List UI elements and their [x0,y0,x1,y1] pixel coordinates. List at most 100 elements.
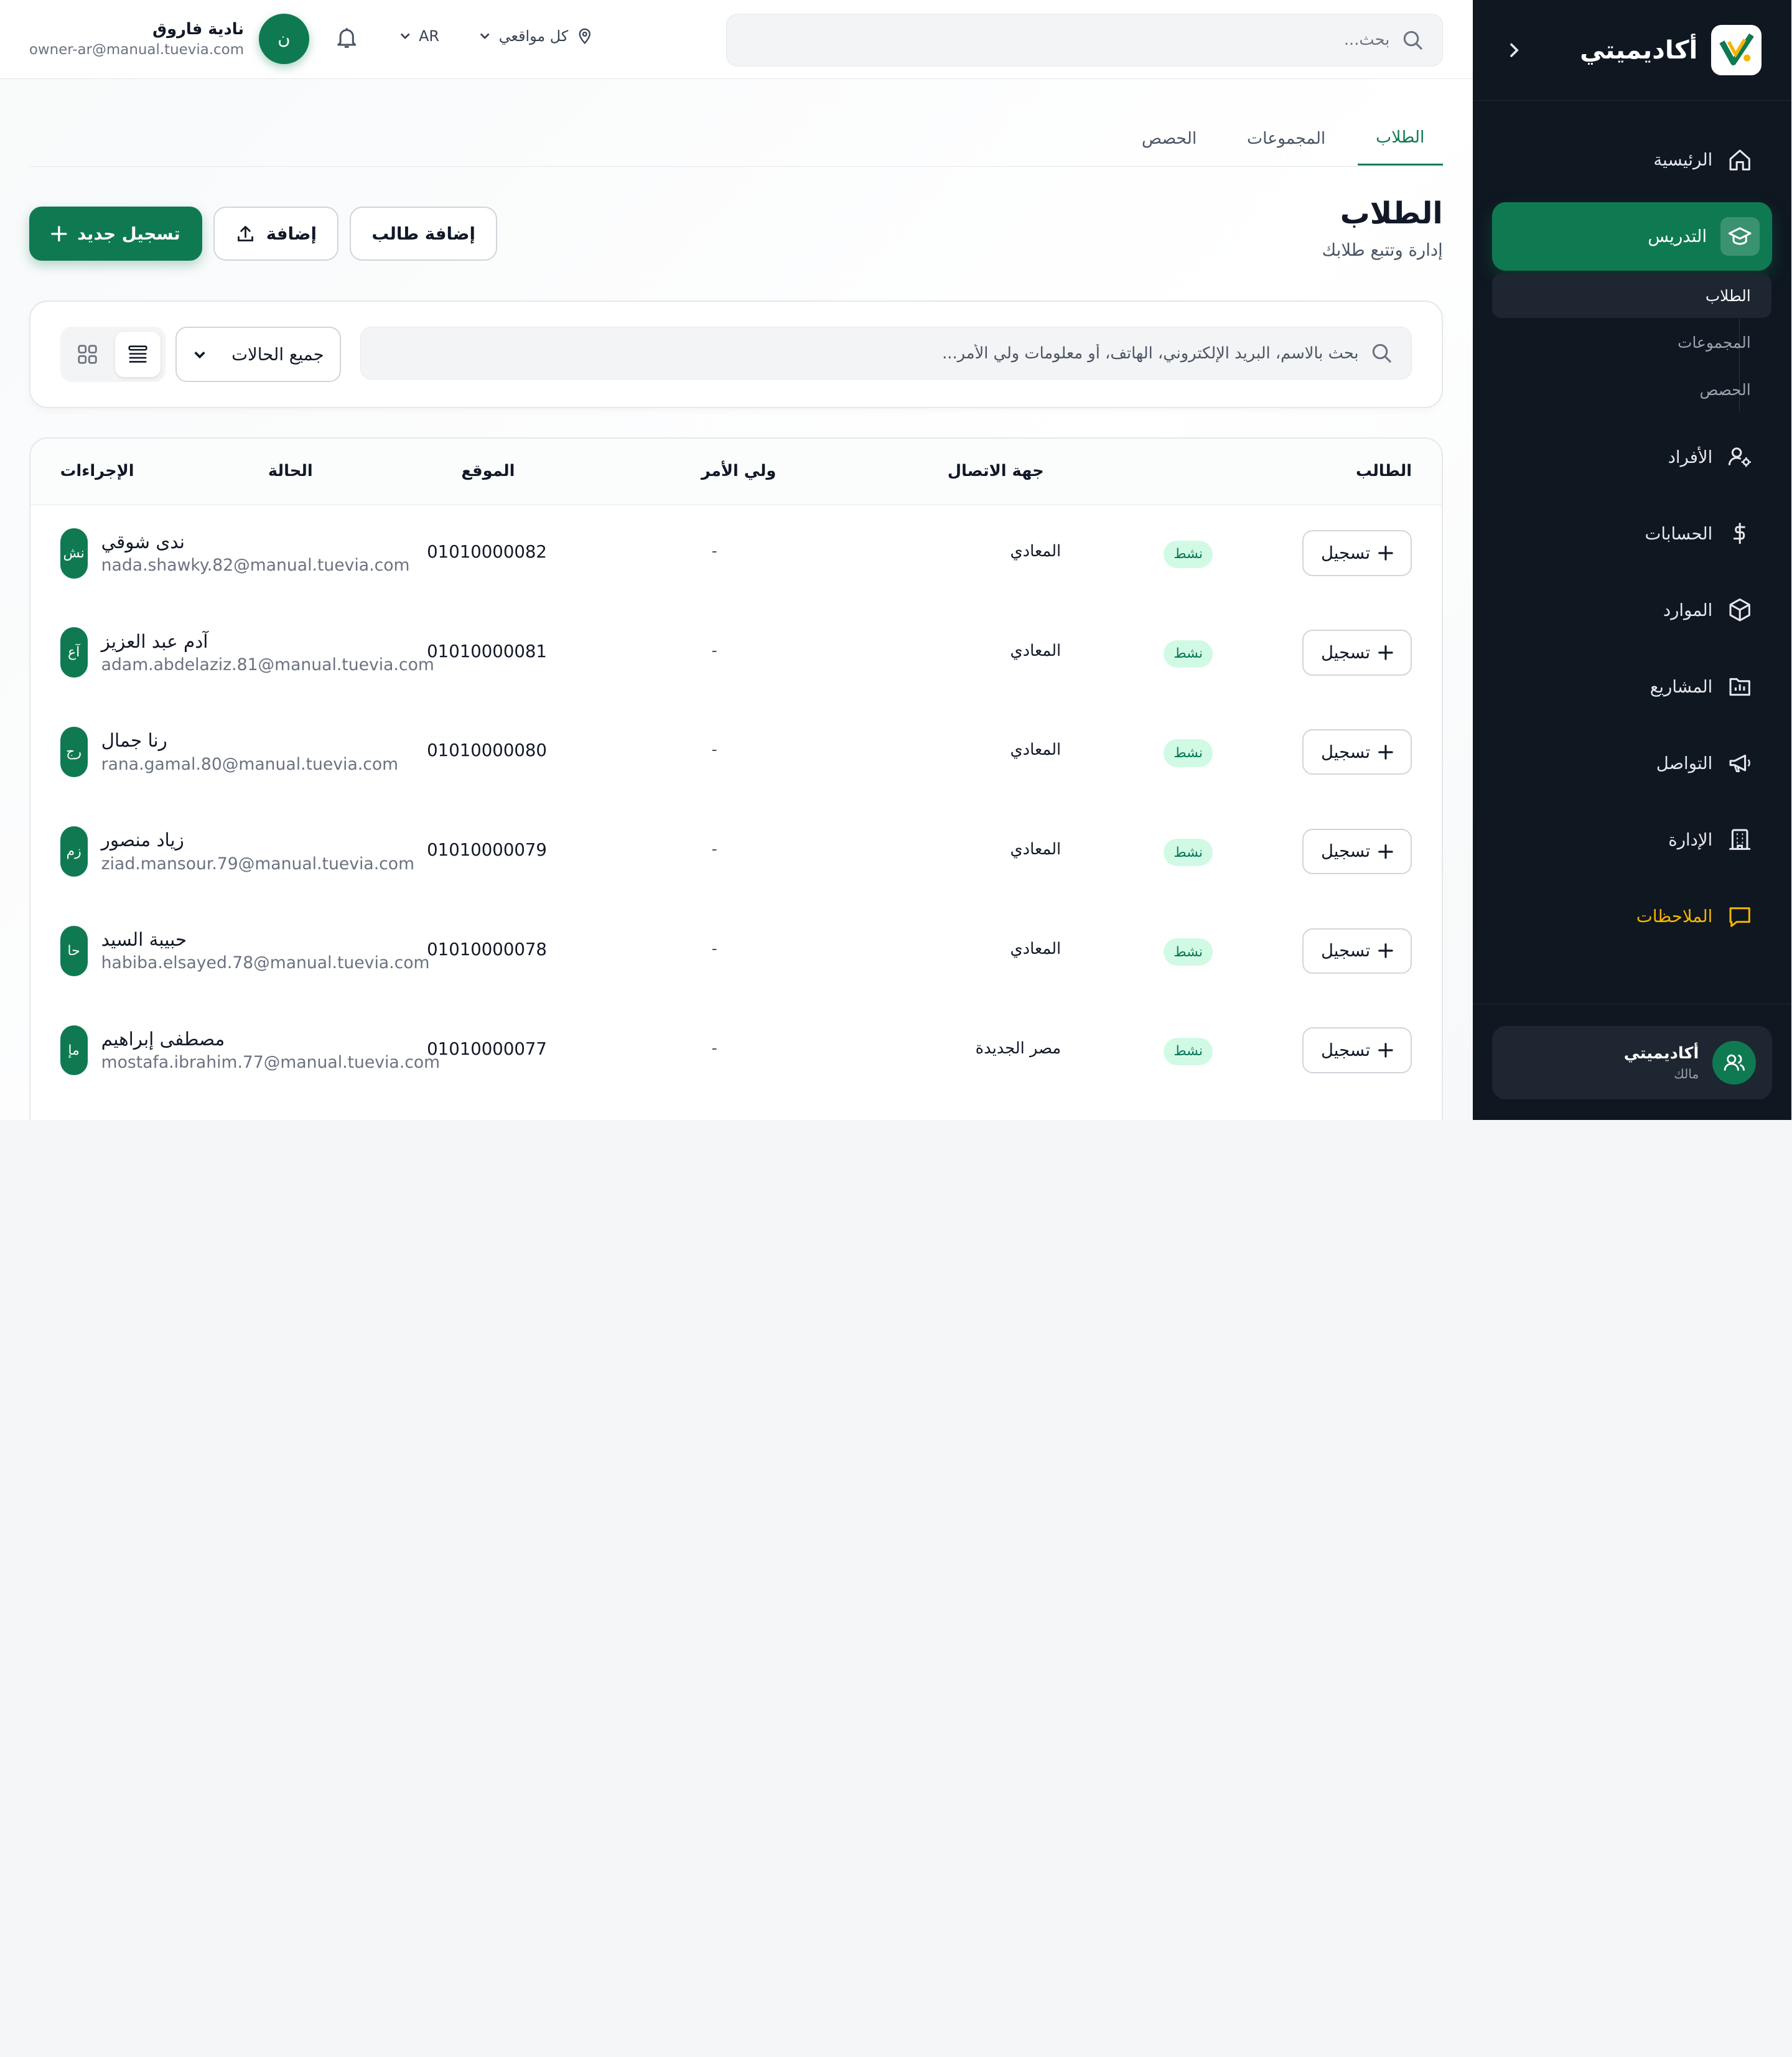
student-info: زياد منصور ziad.mansour.79@manual.tuevia… [102,829,415,874]
dollar-icon [1727,520,1754,548]
plus-icon [1379,844,1394,859]
sidebar-item-communication[interactable]: التواصل [1493,729,1773,798]
list-view-button[interactable] [115,331,162,378]
enroll-button[interactable]: تسجيل [1302,630,1413,676]
upload-button[interactable]: إضافة [214,207,339,261]
contact-cell: المعادي [1010,840,1062,859]
plus-icon [1379,1043,1394,1058]
student-email: mostafa.ibrahim.77@manual.tuevia.com [101,1053,441,1073]
sidebar-item-teaching[interactable]: التدريس [1492,202,1773,271]
guardian-cell: - [712,840,718,859]
sidebar-item-administration[interactable]: الإدارة [1493,806,1773,874]
enroll-button[interactable]: تسجيل [1302,1027,1413,1073]
organization-name: أكاديميتي [1624,1044,1700,1063]
enroll-button[interactable]: تسجيل [1302,928,1413,974]
tab-groups[interactable]: المجموعات [1230,111,1345,166]
enroll-button[interactable]: تسجيل [1302,729,1413,775]
add-student-button[interactable]: إضافة طالب [350,207,498,261]
student-cell[interactable]: آع آدم عبد العزيز adam.abdelaziz.81@manu… [60,627,435,678]
status-filter-select[interactable]: جميع الحالات [176,327,342,382]
sidebar-nav: الرئيسية التدريس الطلاب المجموعات الحصص … [1473,101,1792,951]
contact-cell: المعادي [1010,641,1062,660]
table-row: تسجيل نشط المعادي - 01010000079 زم زياد … [31,803,1442,903]
student-info: حبيبة السيد habiba.elsayed.78@manual.tue… [102,929,431,973]
status-badge: نشط [1164,640,1214,668]
add-student-label: إضافة طالب [372,223,476,244]
enroll-label: تسجيل [1321,1040,1371,1060]
subnav-item-students[interactable]: الطلاب [1492,274,1772,318]
sidebar-item-people[interactable]: الأفراد [1493,422,1773,491]
tab-sessions[interactable]: الحصص [1124,111,1215,166]
new-enrollment-label: تسجيل جديد [78,223,181,244]
student-name: ندى شوقي [101,531,185,553]
student-avatar: آع [60,627,88,678]
brand-logo-icon [1712,24,1763,75]
student-cell[interactable]: نش ندى شوقي nada.shawky.82@manual.tuevia… [60,528,411,579]
enroll-label: تسجيل [1321,841,1371,862]
user-menu[interactable]: ن نادية فاروق owner-ar@manual.tuevia.com [30,14,310,64]
location-cell: 01010000081 [427,641,548,661]
student-name: زياد منصور [101,829,185,851]
folder-chart-icon [1727,673,1754,701]
table-row: تسجيل نشط المعادي - 01010000081 آع آدم ع… [31,605,1442,704]
location-select[interactable]: كل مواقعي [480,27,594,45]
enroll-label: تسجيل [1321,941,1371,961]
organization-switcher[interactable]: أكاديميتي مالك [1492,1026,1773,1099]
page-actions: تسجيل جديد إضافة إضافة طالب [29,207,498,261]
enroll-button[interactable]: تسجيل [1302,828,1413,875]
table-row: تسجيل نشط مصر الجديدة - 01010000077 مإ م… [31,1002,1442,1102]
map-pin-icon [579,29,592,45]
global-search-input[interactable] [745,30,1391,50]
sidebar-item-feedback[interactable]: الملاحظات [1493,882,1773,951]
plus-icon [52,225,68,242]
sidebar-item-label: الملاحظات [1636,906,1714,926]
student-email: nada.shawky.82@manual.tuevia.com [101,556,411,576]
tab-students[interactable]: الطلاب [1358,111,1444,166]
subnav-item-sessions[interactable]: الحصص [1493,368,1772,411]
student-cell[interactable]: رج رنا جمال rana.gamal.80@manual.tuevia.… [60,727,399,778]
sidebar-item-projects[interactable]: المشاريع [1493,653,1773,721]
app-root: أكاديميتي الرئيسية التدريس الطلاب المجمو… [0,0,1792,1120]
language-select-label: AR [419,27,441,45]
sidebar-item-label: المشاريع [1650,676,1714,697]
student-info: آدم عبد العزيز adam.abdelaziz.81@manual.… [102,631,435,675]
bell-icon [338,28,357,49]
student-cell[interactable]: مإ مصطفى إبراهيم mostafa.ibrahim.77@manu… [60,1025,441,1076]
grid-view-button[interactable] [65,332,111,377]
chevron-right-icon [1511,43,1519,57]
student-cell[interactable]: زم زياد منصور ziad.mansour.79@manual.tue… [60,826,415,877]
enroll-label: تسجيل [1321,742,1371,762]
sidebar-item-accounts[interactable]: الحسابات [1493,499,1773,567]
student-search[interactable] [361,327,1413,380]
brand-name: أكاديميتي [1580,35,1699,65]
enroll-button[interactable]: تسجيل [1302,530,1413,576]
chevron-down-icon [481,33,491,39]
sidebar: أكاديميتي الرئيسية التدريس الطلاب المجمو… [1473,0,1792,1120]
student-email: rana.gamal.80@manual.tuevia.com [101,754,399,774]
table-body: تسجيل نشط المعادي - 01010000082 نش ندى ش… [31,505,1442,1102]
student-search-input[interactable] [380,343,1360,363]
user-email: owner-ar@manual.tuevia.com [29,42,245,58]
brand[interactable]: أكاديميتي [1580,24,1763,75]
subnav-item-groups[interactable]: المجموعات [1493,321,1772,365]
status-badge: نشط [1164,938,1214,966]
guardian-cell: - [712,641,718,660]
sidebar-item-resources[interactable]: الموارد [1493,576,1773,645]
enroll-label: تسجيل [1321,642,1371,663]
new-enrollment-button[interactable]: تسجيل جديد [29,207,203,261]
guardian-cell: - [712,939,718,958]
student-name: حبيبة السيد [101,928,188,950]
page-header: الطلاب إدارة وتتبع طلابك [1322,197,1443,260]
sidebar-item-home[interactable]: الرئيسية [1493,126,1773,194]
status-badge: نشط [1164,1037,1214,1065]
student-avatar: مإ [60,1025,88,1076]
student-cell[interactable]: حا حبيبة السيد habiba.elsayed.78@manual.… [60,925,431,976]
main-content: كل مواقعي AR ن نادية فاروق owner-ar@manu… [0,0,1473,1120]
sidebar-collapse-button[interactable] [1501,36,1528,63]
status-badge: نشط [1164,739,1214,767]
notifications-button[interactable] [333,25,360,52]
language-select[interactable]: AR [400,27,440,45]
column-header-guardian: ولي الأمر [701,462,777,481]
global-search[interactable] [727,14,1444,67]
sidebar-item-label: الإدارة [1669,829,1714,850]
